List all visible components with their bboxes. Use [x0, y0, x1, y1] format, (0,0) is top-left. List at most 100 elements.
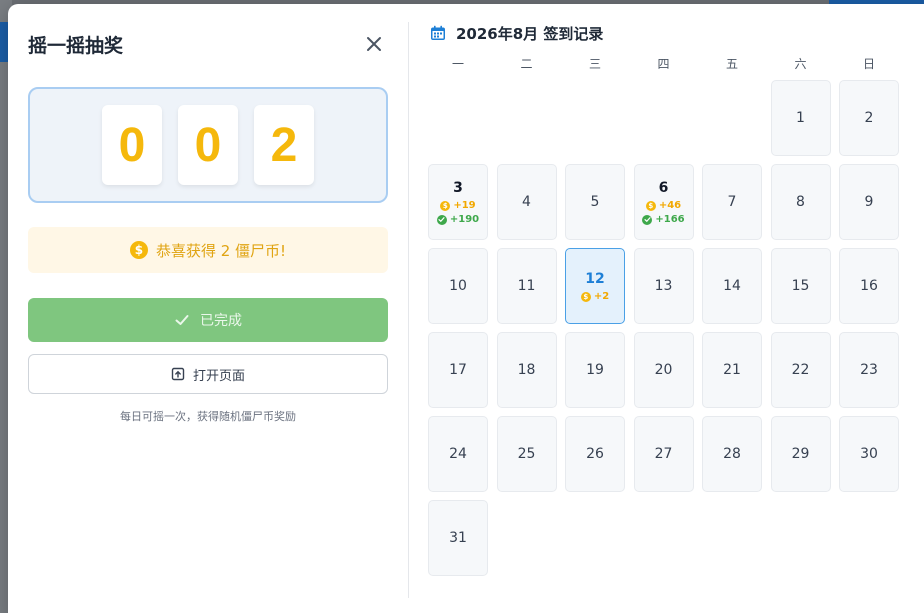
weekday-label: 二: [520, 57, 533, 71]
congrats-text: 恭喜获得 2 僵尸币!: [155, 241, 287, 260]
congrats-banner: $ 恭喜获得 2 僵尸币!: [28, 227, 388, 273]
day-number: 8: [796, 194, 805, 210]
calendar-day[interactable]: 31: [428, 500, 488, 576]
day-number: 10: [449, 278, 467, 294]
check-circle-icon: [436, 214, 447, 225]
completed-button[interactable]: 已完成: [28, 298, 388, 342]
calendar-grid: 1 2 3 $ +19 +190 4 5 6 $ +46 +166 7 8 9 10 11 12 $ +2 13 14 15…: [428, 80, 908, 576]
calendar-day[interactable]: 30: [839, 416, 899, 492]
completed-button-label: 已完成: [200, 313, 242, 329]
coin-reward: $ +46: [645, 200, 682, 211]
coin-icon: $: [645, 200, 656, 211]
weekday-label: 四: [657, 57, 670, 71]
calendar-day[interactable]: 22: [770, 332, 831, 408]
calendar-day[interactable]: 8: [770, 164, 831, 240]
calendar-day[interactable]: 24: [428, 416, 488, 492]
calendar-day[interactable]: 11: [496, 248, 557, 324]
calendar-day[interactable]: 9: [839, 164, 899, 240]
calendar-day[interactable]: 21: [702, 332, 762, 408]
calendar-day[interactable]: 28: [702, 416, 762, 492]
calendar-day[interactable]: 6 $ +46 +166: [633, 164, 694, 240]
day-number: 21: [723, 362, 741, 378]
check-circle-icon: [642, 214, 653, 225]
modal-header: 摇一摇抽奖: [28, 4, 388, 84]
calendar-day[interactable]: 2: [839, 80, 899, 156]
open-page-icon: [171, 367, 185, 381]
coin-reward-value: +46: [658, 200, 682, 211]
day-number: 30: [860, 446, 878, 462]
open-page-button-label: 打开页面: [192, 368, 245, 384]
close-button[interactable]: [362, 32, 386, 56]
check-icon: [175, 315, 189, 325]
calendar-day[interactable]: 15: [770, 248, 831, 324]
calendar-day-today[interactable]: 12 $ +2: [565, 248, 625, 324]
calendar-day[interactable]: 1: [770, 80, 831, 156]
calendar-day[interactable]: 16: [839, 248, 899, 324]
lottery-panel: 摇一摇抽奖 0 0 2 $ 恭喜获得 2 僵尸币! 已完成 打开页面 每日可摇一…: [8, 4, 408, 613]
coin-icon: $: [440, 200, 451, 211]
coin-reward-value: +2: [593, 291, 610, 302]
weekday-label: 六: [794, 57, 807, 71]
lottery-modal: 摇一摇抽奖 0 0 2 $ 恭喜获得 2 僵尸币! 已完成 打开页面 每日可摇一…: [8, 4, 924, 613]
day-number: 1: [796, 110, 805, 126]
calendar-day[interactable]: 27: [633, 416, 694, 492]
day-number: 28: [723, 446, 741, 462]
day-number: 2: [864, 110, 874, 126]
day-number: 29: [791, 446, 810, 462]
calendar-day[interactable]: 5: [565, 164, 625, 240]
day-number: 4: [522, 194, 531, 210]
calendar-day[interactable]: 3 $ +19 +190: [428, 164, 488, 240]
calendar-title: 2026年8月 签到记录: [456, 24, 604, 43]
day-number: 31: [449, 530, 467, 546]
calendar-day[interactable]: 29: [770, 416, 831, 492]
day-number: 9: [864, 194, 874, 210]
coin-icon: $: [129, 241, 148, 259]
calendar-empty-cell: [497, 80, 557, 156]
day-number: 3: [453, 180, 463, 196]
coin-reward: $ +19: [440, 200, 476, 211]
day-number: 19: [586, 362, 604, 378]
day-number: 5: [590, 194, 600, 210]
day-number: 18: [517, 362, 536, 378]
day-number: 16: [860, 278, 878, 294]
calendar-day[interactable]: 25: [496, 416, 557, 492]
day-number: 13: [654, 278, 673, 294]
calendar-day[interactable]: 4: [496, 164, 557, 240]
checkin-calendar: 2026年8月 签到记录 一二三四五六日 1 2 3 $ +19 +190 4 5 6 $ +46 +…: [428, 4, 908, 576]
calendar-day[interactable]: 17: [428, 332, 488, 408]
bonus-reward: +190: [436, 214, 480, 225]
close-icon: [367, 37, 381, 51]
result-digit: 2: [254, 105, 314, 185]
calendar-day[interactable]: 10: [428, 248, 488, 324]
calendar-empty-cell: [565, 80, 625, 156]
calendar-empty-cell: [428, 80, 488, 156]
weekday-label: 五: [725, 57, 738, 71]
weekday-header: 一二三四五六日: [428, 56, 908, 80]
result-digit: 0: [178, 105, 238, 185]
day-number: 24: [449, 446, 467, 462]
weekday-label: 一: [451, 57, 464, 71]
calendar-day[interactable]: 23: [839, 332, 899, 408]
calendar-header: 2026年8月 签到记录: [428, 3, 908, 63]
coin-reward: $ +2: [580, 291, 610, 302]
calendar-day[interactable]: 13: [633, 248, 694, 324]
day-number: 17: [449, 362, 467, 378]
panel-divider: [408, 22, 409, 598]
calendar-day[interactable]: 20: [633, 332, 694, 408]
day-number: 12: [585, 271, 605, 287]
shake-result-display: 0 0 2: [28, 87, 388, 203]
day-number: 20: [654, 362, 673, 378]
day-number: 26: [586, 446, 604, 462]
day-number: 25: [517, 446, 536, 462]
calendar-icon: [431, 25, 445, 40]
calendar-day[interactable]: 18: [496, 332, 557, 408]
calendar-day[interactable]: 7: [702, 164, 762, 240]
calendar-day[interactable]: 14: [702, 248, 762, 324]
calendar-day[interactable]: 26: [565, 416, 625, 492]
bonus-reward-value: +190: [449, 214, 480, 225]
day-number: 22: [791, 362, 810, 378]
weekday-label: 日: [862, 57, 875, 71]
open-page-button[interactable]: 打开页面: [28, 354, 388, 394]
day-number: 14: [723, 278, 741, 294]
calendar-day[interactable]: 19: [565, 332, 625, 408]
